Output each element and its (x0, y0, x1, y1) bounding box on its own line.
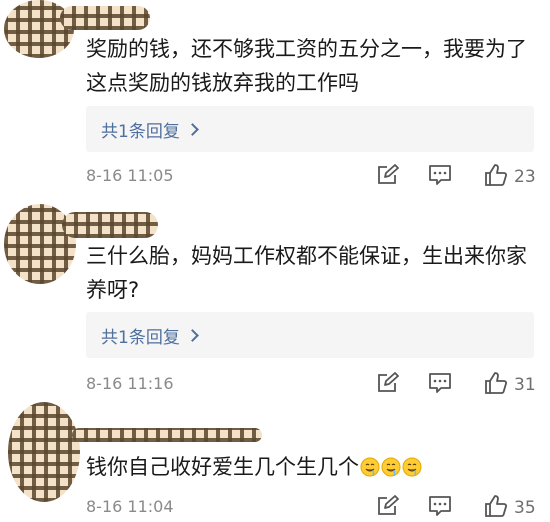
drooling-face-emoji (360, 453, 380, 477)
comment-icon[interactable] (428, 495, 452, 517)
reply-count-label: 共1条回复 (101, 327, 180, 348)
comment-text: 奖励的钱，还不够我工资的五分之一，我要为了这点奖励的钱放弃我的工作吗 (86, 37, 527, 95)
thumbs-up-icon (484, 371, 508, 399)
like-button[interactable]: 35 (484, 494, 536, 522)
comment-meta: 8-16 11:05 23 (86, 163, 536, 187)
like-button[interactable]: 23 (484, 163, 536, 191)
view-replies-button[interactable]: 共1条回复 (86, 312, 534, 358)
username-censored[interactable] (60, 6, 150, 30)
like-count: 23 (514, 167, 536, 187)
comment-icon[interactable] (428, 372, 452, 394)
comment-time: 8-16 11:04 (86, 496, 174, 516)
comment-text-wrapper: 钱你自己收好爱生几个生几个 (86, 450, 536, 484)
comment-text: 三什么胎，妈妈工作权都不能保证，生出来你家养呀? (86, 244, 527, 302)
avatar-censored[interactable] (8, 402, 80, 502)
edit-icon[interactable] (376, 164, 400, 186)
thumbs-up-icon (484, 494, 508, 522)
edit-icon[interactable] (376, 495, 400, 517)
thumbs-up-icon (484, 163, 508, 191)
username-censored[interactable] (62, 212, 158, 238)
drooling-face-emoji (381, 453, 401, 477)
comment-time: 8-16 11:05 (86, 165, 174, 185)
comment-text: 钱你自己收好爱生几个生几个 (86, 455, 359, 479)
username-censored[interactable] (72, 428, 262, 442)
comment-icon[interactable] (428, 164, 452, 186)
chevron-right-icon (185, 328, 199, 342)
like-button[interactable]: 31 (484, 371, 536, 399)
reply-count-label: 共1条回复 (101, 121, 180, 142)
view-replies-button[interactable]: 共1条回复 (86, 106, 534, 152)
edit-icon[interactable] (376, 372, 400, 394)
drooling-face-emoji (402, 453, 422, 477)
like-count: 31 (514, 375, 536, 395)
comment-meta: 8-16 11:16 31 (86, 371, 536, 395)
chevron-right-icon (185, 122, 199, 136)
comment-time: 8-16 11:16 (86, 373, 174, 393)
comment-meta: 8-16 11:04 35 (86, 494, 536, 518)
like-count: 35 (514, 498, 536, 518)
